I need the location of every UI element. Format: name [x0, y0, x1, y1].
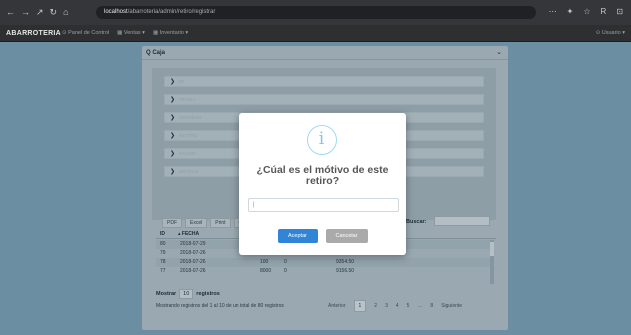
profile-icon[interactable]: R — [601, 6, 607, 18]
cell-id: 80 — [160, 241, 166, 247]
pager-page-5[interactable]: 5 — [407, 303, 410, 309]
pager-page-8[interactable]: 8 — [430, 303, 433, 309]
page-length-select[interactable]: 10 — [179, 289, 194, 299]
dialog-actions: Aceptar Cancelar — [239, 229, 406, 243]
filter-label: MOTIVO — [179, 169, 199, 174]
cell-id: 79 — [160, 250, 166, 256]
pager-page-2[interactable]: 2 — [374, 303, 377, 309]
search-label: Buscar: — [406, 219, 427, 225]
page-length-control: Mostrar 10 registros — [156, 289, 220, 299]
chevron-right-icon: ❯ — [170, 151, 176, 157]
excel-button[interactable]: Excel — [185, 218, 208, 228]
table-info: Mostrando registros del 1 al 10 de un to… — [156, 303, 284, 309]
browser-nav-buttons: ← → ↗ ↻ ⌂ — [6, 6, 69, 18]
cell-ingreso: 8000 — [260, 268, 272, 274]
pagination: Anterior 1 2 3 4 5 … 8 Siguiente — [328, 300, 462, 312]
chevron-right-icon: ❯ — [170, 79, 176, 85]
url-host: localhost — [104, 9, 128, 15]
info-icon: i — [307, 125, 337, 155]
chevron-down-icon[interactable]: ⌄ — [496, 48, 502, 57]
dialog-title: ¿Cúal es el mótivo de este retiro? — [256, 164, 389, 187]
cell-id: 78 — [160, 259, 166, 265]
motivo-input[interactable]: | — [248, 198, 399, 212]
filter-label: ID — [179, 79, 185, 84]
url-path: /abarroteria/admin/retiro/registrar — [127, 9, 216, 15]
table-scrollbar-thumb[interactable] — [490, 242, 494, 256]
chevron-right-icon: ❯ — [170, 169, 176, 175]
filter-row-id[interactable]: ❯ ID — [164, 76, 484, 87]
cell-fecha: 2018-07-29 — [180, 241, 206, 247]
cell-fecha: 2018-07-26 — [180, 250, 206, 256]
pager-page-3[interactable]: 3 — [385, 303, 388, 309]
user-menu[interactable]: ⊙ Usuario ▾ — [596, 29, 625, 38]
table-row[interactable]: 77 2018-07-26 8000 0 9156.50 — [156, 267, 490, 276]
app-brand[interactable]: ABARROTERIA — [6, 29, 61, 38]
cell-retiro: 0 — [284, 259, 287, 265]
pager-page-1[interactable]: 1 — [353, 300, 367, 312]
nav-panel-control[interactable]: ⊙ Panel de Control — [62, 29, 109, 38]
cell-fecha: 2018-07-26 — [180, 259, 206, 265]
cell-id: 77 — [160, 268, 166, 274]
chevron-right-icon: ❯ — [170, 115, 176, 121]
search-input[interactable] — [434, 216, 490, 226]
pager-next[interactable]: Siguiente — [441, 303, 462, 309]
info-icon-glyph: i — [318, 129, 325, 149]
window-icon[interactable]: ⊡ — [616, 6, 623, 18]
panel-header: Q Caja ⌄ — [142, 46, 508, 60]
filter-label: INGRESO — [179, 115, 202, 120]
pager-page-4[interactable]: 4 — [396, 303, 399, 309]
share-icon[interactable]: ↗ — [36, 6, 44, 18]
browser-chrome: ← → ↗ ↻ ⌂ localhost/abarroteria/admin/re… — [0, 0, 631, 25]
app-navbar: ABARROTERIA ⊙ Panel de Control ▦ Ventas … — [0, 25, 631, 42]
column-header-fecha[interactable]: ▴ FECHA — [178, 231, 199, 237]
star-icon[interactable]: ☆ — [583, 6, 590, 18]
address-bar[interactable]: localhost/abarroteria/admin/retiro/regis… — [96, 6, 536, 19]
print-button[interactable]: Print — [210, 218, 231, 228]
cell-saldo: 9354.50 — [336, 259, 355, 265]
nav-inventario[interactable]: ▦ Inventario ▾ — [153, 29, 188, 38]
nav-ventas[interactable]: ▦ Ventas ▾ — [117, 29, 145, 38]
more-icon[interactable]: ⋯ — [549, 6, 557, 18]
filter-label: RETIRO — [179, 133, 198, 138]
retiro-dialog: i ¿Cúal es el mótivo de este retiro? | A… — [239, 113, 406, 255]
cell-fecha: 2018-07-26 — [180, 268, 206, 274]
filter-label: FECHA — [179, 97, 196, 102]
pdf-button[interactable]: PDF — [162, 218, 182, 228]
forward-icon[interactable]: → — [21, 6, 30, 18]
extension-icon[interactable]: ✦ — [567, 6, 574, 18]
filter-label: SALDO — [179, 151, 196, 156]
cancelar-button[interactable]: Cancelar — [325, 229, 368, 243]
cell-retiro: 0 — [284, 268, 287, 274]
chevron-right-icon: ❯ — [170, 97, 176, 103]
app-menu: ⊙ Panel de Control ▦ Ventas ▾ ▦ Inventar… — [62, 29, 188, 38]
panel-title: Q Caja — [146, 50, 166, 56]
reload-icon[interactable]: ↻ — [50, 6, 58, 18]
browser-extensions: ⋯ ✦ ☆ R ⊡ — [549, 6, 623, 18]
chevron-right-icon: ❯ — [170, 133, 176, 139]
home-icon[interactable]: ⌂ — [63, 6, 68, 18]
records-label: registros — [196, 291, 220, 297]
cell-saldo: 9156.50 — [336, 268, 355, 274]
pager-ellipsis: … — [417, 303, 423, 309]
table-row[interactable]: 78 2018-07-26 100 0 9354.50 — [156, 258, 490, 267]
cell-ingreso: 100 — [260, 259, 269, 265]
pager-prev[interactable]: Anterior — [328, 303, 346, 309]
back-icon[interactable]: ← — [6, 6, 15, 18]
show-label: Mostrar — [156, 291, 177, 297]
column-header-id[interactable]: ID — [160, 231, 165, 237]
aceptar-button[interactable]: Aceptar — [277, 229, 318, 243]
filter-row-fecha[interactable]: ❯ FECHA — [164, 94, 484, 105]
